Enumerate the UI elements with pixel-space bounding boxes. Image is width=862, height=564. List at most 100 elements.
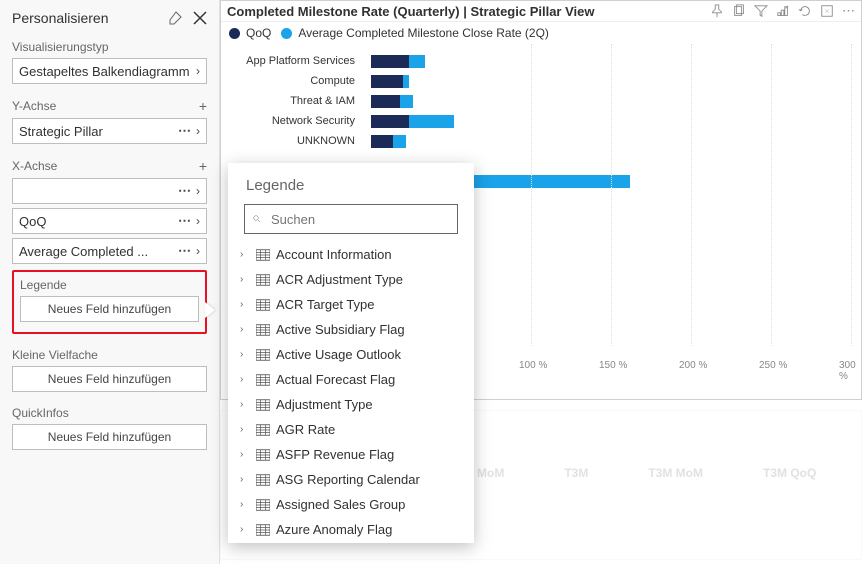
- faded-column-header: T3M MoM: [648, 466, 703, 480]
- refresh-icon[interactable]: [798, 3, 812, 19]
- field-name: ACR Target Type: [276, 297, 375, 312]
- field-tree-item[interactable]: ›Actual Forecast Flag: [238, 367, 468, 392]
- bar-category-label: UNKNOWN: [221, 135, 361, 147]
- table-icon: [256, 299, 270, 311]
- spotlight-icon[interactable]: [776, 3, 790, 19]
- add-y-field-icon[interactable]: +: [199, 98, 207, 114]
- bar-segment[interactable]: [371, 75, 403, 88]
- chevron-right-icon: ›: [240, 349, 250, 360]
- field-tree-item[interactable]: ›ACR Target Type: [238, 292, 468, 317]
- bar-row: UNKNOWN: [371, 132, 861, 150]
- bar-segment[interactable]: [403, 75, 409, 88]
- callout-arrow-icon: [205, 302, 215, 318]
- x-axis-field-1[interactable]: QoQ ⋯ ›: [12, 208, 207, 234]
- field-tree[interactable]: ›Account Information›ACR Adjustment Type…: [228, 242, 474, 543]
- table-icon: [256, 424, 270, 436]
- field-tree-item[interactable]: ›ASFP Revenue Flag: [238, 442, 468, 467]
- chevron-right-icon: ›: [196, 244, 200, 258]
- field-tree-item[interactable]: › Adjustment Type: [238, 392, 468, 417]
- pin-icon[interactable]: [710, 3, 724, 19]
- legend-label: Legende: [20, 278, 199, 292]
- field-tree-item[interactable]: ›Assigned Sales Group: [238, 492, 468, 517]
- more-icon[interactable]: ⋯: [178, 183, 192, 199]
- chevron-right-icon: ›: [196, 64, 200, 78]
- chart-title: Completed Milestone Rate (Quarterly) | S…: [227, 4, 595, 19]
- field-name: Active Subsidiary Flag: [276, 322, 405, 337]
- bar-segment[interactable]: [400, 95, 413, 108]
- bar-row: App Platform Services: [371, 52, 861, 70]
- copy-icon[interactable]: [732, 3, 746, 19]
- chart-legend: QoQ Average Completed Milestone Close Ra…: [221, 22, 861, 44]
- more-icon[interactable]: ⋯: [178, 123, 192, 139]
- field-tree-item[interactable]: ›Account Information: [238, 242, 468, 267]
- focus-icon[interactable]: [820, 3, 834, 19]
- panel-title: Personalisieren: [12, 10, 109, 26]
- more-icon[interactable]: ⋯: [178, 243, 192, 259]
- small-multiples-label: Kleine Vielfache: [12, 348, 207, 362]
- bar-segment[interactable]: [393, 135, 406, 148]
- chevron-right-icon: ›: [240, 324, 250, 335]
- faded-column-header: MoM: [477, 466, 504, 480]
- y-axis-field[interactable]: Strategic Pillar ⋯ ›: [12, 118, 207, 144]
- bar-category-label: App Platform Services: [221, 55, 361, 67]
- chevron-right-icon: ›: [196, 124, 200, 138]
- more-icon[interactable]: ⋯: [178, 213, 192, 229]
- y-axis-label: Y-Achse +: [12, 98, 207, 114]
- field-name: Assigned Sales Group: [276, 497, 405, 512]
- field-name: Actual Forecast Flag: [276, 372, 395, 387]
- x-axis-field-0[interactable]: ⋯ ›: [12, 178, 207, 204]
- panel-header: Personalisieren: [12, 10, 207, 26]
- bar-segment[interactable]: [371, 135, 393, 148]
- add-small-multiples-button[interactable]: Neues Feld hinzufügen: [12, 366, 207, 392]
- field-tree-item[interactable]: › ACR Adjustment Type: [238, 267, 468, 292]
- vis-type-selector[interactable]: Gestapeltes Balkendiagramm ›: [12, 58, 207, 84]
- bar-segment[interactable]: [371, 95, 400, 108]
- field-tree-item[interactable]: › Active Usage Outlook: [238, 342, 468, 367]
- field-tree-item[interactable]: ›AGR Rate: [238, 417, 468, 442]
- table-icon: [256, 324, 270, 336]
- chevron-right-icon: ›: [240, 399, 250, 410]
- search-input[interactable]: [244, 204, 458, 234]
- axis-tick: 200 %: [679, 360, 707, 371]
- chevron-right-icon: ›: [240, 274, 250, 285]
- field-tree-item[interactable]: › Active Subsidiary Flag: [238, 317, 468, 342]
- vis-type-label: Visualisierungstyp: [12, 40, 207, 54]
- bar-segment[interactable]: [409, 115, 454, 128]
- add-legend-field-button[interactable]: Neues Feld hinzufügen: [20, 296, 199, 322]
- field-tree-item[interactable]: ›Azure Anomaly Flag: [238, 517, 468, 542]
- gridline: [611, 44, 612, 346]
- axis-tick: 150 %: [599, 360, 627, 371]
- field-name: ACR Adjustment Type: [276, 272, 403, 287]
- field-tree-item[interactable]: ›ASG Reporting Calendar: [238, 467, 468, 492]
- chevron-right-icon: ›: [240, 249, 250, 260]
- flyout-title: Legende: [228, 163, 474, 204]
- filter-icon[interactable]: [754, 3, 768, 19]
- search-icon: [253, 212, 261, 226]
- field-name: Active Usage Outlook: [276, 347, 401, 362]
- table-icon: [256, 399, 270, 411]
- search-input-field[interactable]: [269, 211, 449, 228]
- gridline: [851, 44, 852, 346]
- eraser-icon[interactable]: [167, 10, 183, 26]
- add-tooltip-field-button[interactable]: Neues Feld hinzufügen: [12, 424, 207, 450]
- x-axis-field-2[interactable]: Average Completed ... ⋯ ›: [12, 238, 207, 264]
- faded-column-header: T3M QoQ: [763, 466, 816, 480]
- bar-segment[interactable]: [371, 55, 409, 68]
- vis-type-value: Gestapeltes Balkendiagramm: [19, 64, 196, 79]
- add-x-field-icon[interactable]: +: [199, 158, 207, 174]
- chevron-right-icon: ›: [240, 524, 250, 535]
- legend-swatch-dark: [229, 28, 240, 39]
- close-icon[interactable]: [193, 10, 207, 26]
- bar-segment[interactable]: [409, 55, 425, 68]
- gridline: [531, 44, 532, 346]
- y-axis-value: Strategic Pillar: [19, 124, 174, 139]
- legend-field-picker: Legende ›Account Information›ACR Adjustm…: [228, 163, 474, 543]
- bar-segment[interactable]: [371, 115, 409, 128]
- table-icon: [256, 374, 270, 386]
- chevron-right-icon: ›: [196, 214, 200, 228]
- field-name: Adjustment Type: [276, 397, 373, 412]
- more-icon[interactable]: ⋯: [842, 3, 855, 19]
- faded-column-header: T3M: [564, 466, 588, 480]
- table-icon: [256, 474, 270, 486]
- table-icon: [256, 524, 270, 536]
